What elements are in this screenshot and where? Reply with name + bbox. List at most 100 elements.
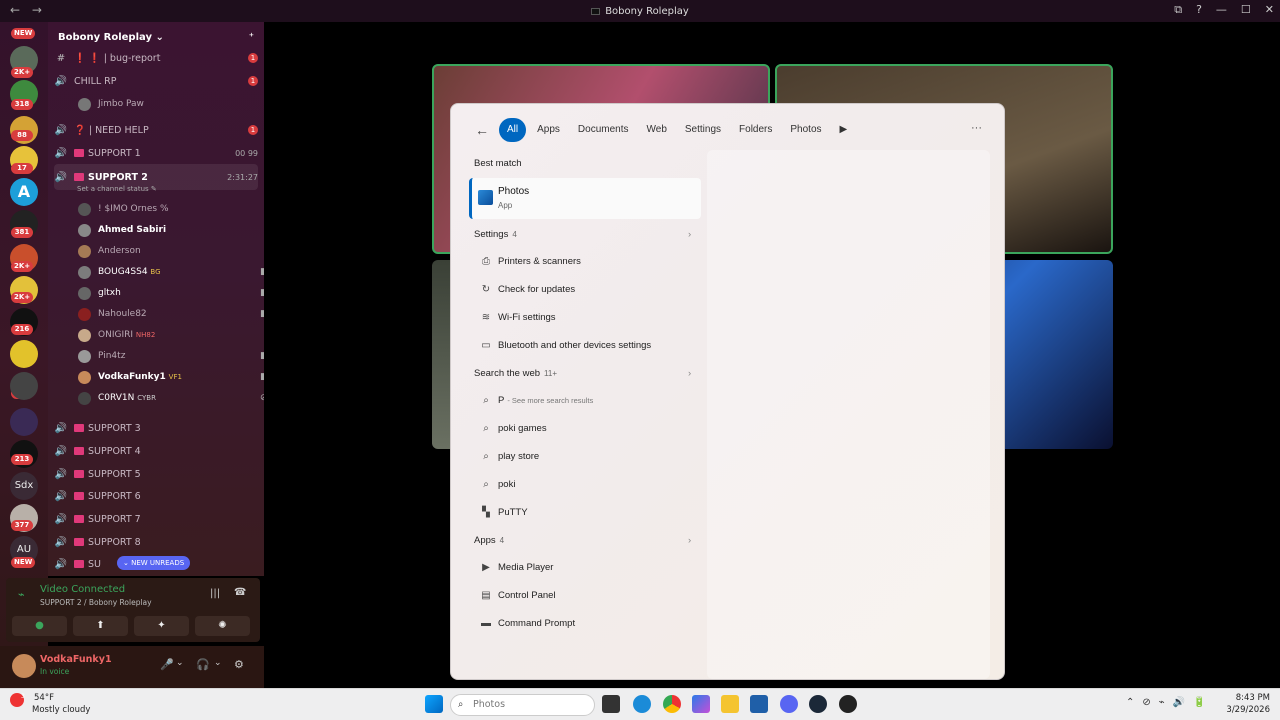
soundboard-button[interactable]: ✺ — [195, 616, 250, 636]
voice-user[interactable]: BOUG4SS4 BG■ — [78, 262, 264, 282]
speaker-icon: 🔊 — [54, 147, 68, 159]
web-section-header[interactable]: Search the web 11+ › — [474, 368, 691, 379]
close-button[interactable]: ✕ — [1265, 3, 1274, 17]
voice-user[interactable]: ONIGIRI NH82 — [78, 325, 155, 345]
printer-icon: ⎙ — [482, 255, 490, 267]
task-view-icon[interactable] — [602, 695, 620, 713]
web-result[interactable]: ⌕ poki — [479, 473, 515, 495]
channel-support-5[interactable]: 🔊 SUPPORT 5 — [54, 464, 258, 484]
taskbar-search-input[interactable]: ⌕ Photos — [450, 694, 595, 716]
user-name: ONIGIRI — [98, 330, 134, 340]
filter-photos[interactable]: Photos — [783, 118, 828, 142]
channel-support-1[interactable]: 🔊 SUPPORT 1 00 99 — [54, 143, 258, 163]
settings-result[interactable]: ≋ Wi-Fi settings — [479, 306, 556, 328]
help-icon[interactable]: ? — [1196, 3, 1202, 17]
voice-user[interactable]: ! $IMO Ornes % — [78, 199, 169, 219]
voice-user[interactable]: Anderson — [78, 241, 141, 261]
user-name[interactable]: VodkaFunky1 — [40, 654, 112, 665]
web-result[interactable]: ⌕ poki games — [479, 417, 546, 439]
channel-status[interactable]: Set a channel status ✎ — [77, 185, 157, 193]
channel-need-help[interactable]: 🔊 ❓ | NEED HELP 1 — [54, 120, 258, 140]
headphones-icon[interactable]: 🎧 — [196, 658, 210, 671]
add-member-icon[interactable]: ⁺ — [249, 32, 254, 43]
copilot-icon[interactable] — [692, 695, 710, 713]
voice-user[interactable]: C0RV1N CYBR ⊘ — [78, 388, 264, 408]
channel-support-4[interactable]: 🔊 SUPPORT 4 — [54, 441, 258, 461]
gear-icon[interactable]: ⚙ — [234, 658, 244, 671]
file-explorer-icon[interactable] — [721, 695, 739, 713]
steam-icon[interactable] — [809, 695, 827, 713]
voice-user[interactable]: Nahoule82■ — [78, 304, 264, 324]
server-sdx[interactable]: Sdx — [10, 472, 38, 500]
nav-arrows[interactable]: ← → — [10, 3, 46, 17]
app-icon[interactable] — [839, 695, 857, 713]
server-icon[interactable] — [10, 340, 38, 368]
channel-support-3[interactable]: 🔊 SUPPORT 3 — [54, 418, 258, 438]
filter-all[interactable]: All — [499, 118, 527, 142]
edge-icon[interactable] — [633, 695, 651, 713]
chevron-down-icon[interactable]: ⌄ — [214, 658, 222, 668]
filter-apps[interactable]: Apps — [530, 118, 567, 142]
clock[interactable]: 8:43 PM 3/29/2026 — [1226, 692, 1270, 716]
store-icon[interactable] — [750, 695, 768, 713]
noise-suppression-icon[interactable]: ||| — [210, 588, 220, 599]
filter-documents[interactable]: Documents — [571, 118, 636, 142]
chevron-down-icon[interactable]: ⌄ — [176, 658, 184, 668]
back-arrow-icon[interactable]: ← — [475, 122, 495, 138]
web-result[interactable]: ▚ PuTTY — [479, 501, 527, 523]
battery-icon[interactable]: 🔋 — [1193, 697, 1205, 708]
voice-user[interactable]: Ahmed Sabiri — [78, 220, 166, 240]
discord-icon[interactable] — [780, 695, 798, 713]
voice-user[interactable]: gltxh■ — [78, 283, 264, 303]
settings-section-header[interactable]: Settings 4 › — [474, 229, 691, 240]
server-icon[interactable]: A — [10, 178, 38, 206]
server-icon[interactable] — [10, 372, 38, 400]
screenshare-button[interactable]: ⬆ — [73, 616, 128, 636]
app-result[interactable]: ▬ Command Prompt — [479, 612, 575, 634]
result-label: Bluetooth and other devices settings — [498, 339, 652, 351]
app-result[interactable]: ▶ Media Player — [479, 556, 553, 578]
wifi-icon[interactable]: ⌁ — [1159, 697, 1165, 708]
voice-user[interactable]: VodkaFunky1 VF1■ — [78, 367, 264, 387]
activities-button[interactable]: ✦ — [134, 616, 189, 636]
voice-user[interactable]: Pin4tz■ — [78, 346, 264, 366]
camera-button[interactable]: ● — [12, 616, 67, 636]
settings-result[interactable]: ⎙ Printers & scanners — [479, 250, 581, 272]
play-arrow-icon[interactable]: ▶ — [833, 118, 855, 142]
voice-channel-path[interactable]: SUPPORT 2 / Bobony Roleplay — [40, 598, 152, 607]
chevron-right-icon: › — [688, 229, 692, 240]
voice-user[interactable]: Jimbo Paw — [78, 94, 144, 114]
app-result[interactable]: ▤ Control Panel — [479, 584, 555, 606]
more-options-icon[interactable]: ··· — [971, 122, 982, 134]
settings-result[interactable]: ▭ Bluetooth and other devices settings — [479, 334, 651, 356]
channel-support-7[interactable]: 🔊 SUPPORT 7 — [54, 509, 258, 529]
channel-support-6[interactable]: 🔊 SUPPORT 6 — [54, 486, 258, 506]
inbox-icon[interactable]: ⧉ — [1174, 3, 1182, 17]
start-button[interactable] — [425, 695, 443, 713]
minimize-button[interactable]: — — [1216, 3, 1227, 17]
chevron-up-icon[interactable]: ⌃ — [1126, 697, 1134, 708]
new-unreads-button[interactable]: ⌄ NEW UNREADS — [117, 556, 191, 570]
filter-folders[interactable]: Folders — [732, 118, 779, 142]
chrome-icon[interactable] — [663, 695, 681, 713]
folder-icon[interactable] — [10, 408, 38, 436]
maximize-button[interactable]: ☐ — [1241, 3, 1251, 17]
web-result[interactable]: ⌕ play store — [479, 445, 539, 467]
network-off-icon[interactable]: ⊘ — [1142, 697, 1150, 708]
filter-web[interactable]: Web — [640, 118, 674, 142]
weather-widget[interactable]: 3 54°F Mostly cloudy — [10, 693, 90, 715]
best-match-result[interactable]: Photos App — [469, 178, 701, 219]
settings-result[interactable]: ↻ Check for updates — [479, 278, 575, 300]
channel-chill-rp[interactable]: 🔊 CHILL RP 1 — [54, 71, 258, 91]
section-count: 4 — [512, 230, 517, 239]
disconnect-icon[interactable]: ☎ — [234, 587, 246, 598]
channel-support-8[interactable]: 🔊 SUPPORT 8 — [54, 532, 258, 552]
web-result[interactable]: ⌕ P - See more search results — [479, 389, 593, 411]
channel-bug-report[interactable]: # ❗ ❗ | bug-report 1 — [54, 48, 258, 68]
avatar[interactable] — [12, 654, 36, 678]
microphone-icon[interactable]: 🎤 — [160, 658, 174, 671]
apps-section-header[interactable]: Apps 4 › — [474, 535, 691, 546]
volume-icon[interactable]: 🔊 — [1173, 697, 1185, 708]
filter-settings[interactable]: Settings — [678, 118, 728, 142]
voice-connected-label[interactable]: Video Connected — [40, 584, 125, 595]
